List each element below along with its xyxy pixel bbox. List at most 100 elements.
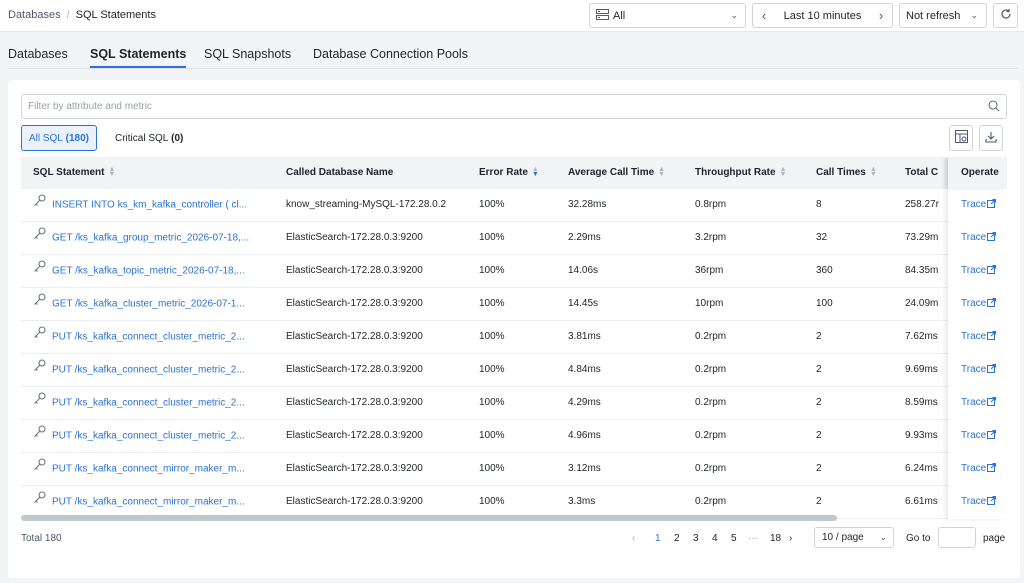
sql-statement-cell[interactable]: PUT /ks_kafka_connect_cluster_metric_2..…: [33, 420, 273, 452]
error-rate-cell-text: 100%: [479, 463, 505, 474]
tab-sql-snapshots[interactable]: SQL Snapshots: [204, 47, 291, 61]
tab-sql-statements[interactable]: SQL Statements: [90, 47, 187, 68]
breadcrumb-databases[interactable]: Databases: [8, 9, 61, 21]
critical-sql-count: (0): [171, 132, 184, 144]
total-call-time-cell-text: 8.59ms: [905, 397, 938, 408]
trace-link[interactable]: Trace: [961, 486, 997, 518]
sql-statement-cell-text: PUT /ks_kafka_connect_cluster_metric_2..…: [52, 331, 245, 343]
throughput-rate-cell: 0.2rpm: [695, 453, 805, 485]
chevron-right-icon[interactable]: ›: [789, 533, 792, 544]
average-call-time-cell: 3.12ms: [568, 453, 688, 485]
trace-link[interactable]: Trace: [961, 222, 997, 254]
pagination-page[interactable]: 1: [655, 533, 661, 544]
sql-statement-cell-text: PUT /ks_kafka_connect_mirror_maker_m...: [52, 463, 245, 475]
column-header-call-times[interactable]: Call Times ▲ ▼: [816, 157, 877, 189]
error-rate-cell-text: 100%: [479, 496, 505, 507]
trace-link[interactable]: Trace: [961, 321, 997, 353]
tab-database-connection-pools[interactable]: Database Connection Pools: [313, 47, 468, 61]
sql-statement-cell-text: PUT /ks_kafka_connect_cluster_metric_2..…: [52, 364, 245, 376]
error-rate-cell-text: 100%: [479, 232, 505, 243]
filter-input[interactable]: [22, 95, 962, 118]
trace-link[interactable]: Trace: [961, 189, 997, 221]
search-icon[interactable]: [988, 100, 1000, 115]
call-times-cell: 100: [816, 288, 896, 320]
error-rate-cell: 100%: [479, 255, 559, 287]
throughput-rate-cell-text: 0.2rpm: [695, 364, 727, 375]
external-link-icon: [986, 331, 997, 342]
database-name-cell-text: ElasticSearch-172.28.0.3:9200: [286, 331, 423, 342]
pagination-page[interactable]: 4: [712, 533, 718, 544]
throughput-rate-cell-text: 0.2rpm: [695, 496, 727, 507]
column-settings-button[interactable]: [949, 125, 973, 151]
trace-link-label: Trace: [961, 331, 987, 342]
error-rate-cell-text: 100%: [479, 199, 505, 210]
breadcrumb-current: SQL Statements: [75, 9, 156, 21]
column-header-total-call-time[interactable]: Total C: [905, 157, 938, 189]
pagination-page[interactable]: 2: [674, 533, 680, 544]
pagination-page[interactable]: 5: [731, 533, 737, 544]
trace-link[interactable]: Trace: [961, 255, 997, 287]
column-header-error-rate[interactable]: Error Rate ▲ ▼: [479, 157, 539, 189]
call-times-cell-text: 2: [816, 430, 822, 441]
critical-sql-toggle[interactable]: Critical SQL (0): [105, 125, 193, 151]
column-header-average-call-time[interactable]: Average Call Time ▲ ▼: [568, 157, 665, 189]
tab-databases[interactable]: Databases: [8, 47, 68, 61]
database-name-cell-text: ElasticSearch-172.28.0.3:9200: [286, 298, 423, 309]
sql-statement-cell[interactable]: PUT /ks_kafka_connect_mirror_maker_m...: [33, 486, 273, 518]
chevron-down-icon: ⌄: [730, 10, 738, 20]
sql-statement-cell[interactable]: INSERT INTO ks_km_kafka_controller ( cl.…: [33, 189, 273, 221]
chevron-right-icon[interactable]: ›: [870, 8, 892, 23]
goto-page-input[interactable]: [938, 527, 976, 548]
throughput-rate-cell-text: 10rpm: [695, 298, 724, 309]
column-header-called-database-name: Called Database Name: [286, 167, 394, 178]
refresh-select[interactable]: Not refresh ⌄: [899, 3, 987, 28]
trace-link[interactable]: Trace: [961, 354, 997, 386]
key-icon: [33, 255, 46, 287]
total-count: Total 180: [21, 533, 62, 544]
throughput-rate-cell: 0.8rpm: [695, 189, 805, 221]
chevron-left-icon[interactable]: ‹: [632, 533, 635, 544]
sql-statement-cell[interactable]: PUT /ks_kafka_connect_cluster_metric_2..…: [33, 354, 273, 386]
database-name-cell: know_streaming-MySQL-172.28.0.2: [286, 189, 471, 221]
error-rate-cell: 100%: [479, 321, 559, 353]
error-rate-cell: 100%: [479, 189, 559, 221]
sql-statement-cell[interactable]: GET /ks_kafka_cluster_metric_2026-07-1..…: [33, 288, 273, 320]
download-button[interactable]: [979, 125, 1003, 151]
environment-select[interactable]: All ⌄: [589, 3, 746, 28]
chevron-left-icon[interactable]: ‹: [753, 8, 775, 23]
average-call-time-cell: 3.3ms: [568, 486, 688, 518]
total-call-time-cell: 9.69ms: [905, 354, 949, 386]
column-header-sql-statement[interactable]: SQL Statement ▲ ▼: [33, 157, 115, 189]
chevron-down-icon: ⌄: [879, 532, 887, 542]
column-header-throughput-rate[interactable]: Throughput Rate ▲ ▼: [695, 157, 786, 189]
trace-link[interactable]: Trace: [961, 288, 997, 320]
call-times-cell-text: 360: [816, 265, 833, 276]
sql-statement-cell[interactable]: GET /ks_kafka_topic_metric_2026-07-18,..…: [33, 255, 273, 287]
table-row: PUT /ks_kafka_connect_cluster_metric_2..…: [21, 354, 1007, 387]
trace-link[interactable]: Trace: [961, 453, 997, 485]
sql-statement-cell[interactable]: PUT /ks_kafka_connect_mirror_maker_m...: [33, 453, 273, 485]
call-times-cell: 360: [816, 255, 896, 287]
all-sql-toggle[interactable]: All SQL (180): [21, 125, 97, 151]
call-times-cell-text: 2: [816, 496, 822, 507]
sql-statement-cell[interactable]: GET /ks_kafka_group_metric_2026-07-18,..…: [33, 222, 273, 254]
horizontal-scrollbar[interactable]: [21, 515, 837, 521]
time-range-picker[interactable]: ‹ Last 10 minutes ›: [752, 3, 893, 28]
reload-button[interactable]: [993, 3, 1018, 28]
pagination-page[interactable]: 3: [693, 533, 699, 544]
average-call-time-cell-text: 3.3ms: [568, 496, 596, 507]
database-name-cell-text: ElasticSearch-172.28.0.3:9200: [286, 430, 423, 441]
database-name-cell: ElasticSearch-172.28.0.3:9200: [286, 255, 471, 287]
pagination-ellipsis[interactable]: ···: [748, 533, 758, 544]
sql-statement-cell[interactable]: PUT /ks_kafka_connect_cluster_metric_2..…: [33, 321, 273, 353]
error-rate-cell-text: 100%: [479, 265, 505, 276]
sql-statement-cell[interactable]: PUT /ks_kafka_connect_cluster_metric_2..…: [33, 387, 273, 419]
time-range-value: Last 10 minutes: [783, 9, 862, 22]
trace-link[interactable]: Trace: [961, 387, 997, 419]
trace-link[interactable]: Trace: [961, 420, 997, 452]
call-times-cell-text: 2: [816, 463, 822, 474]
pagination-page[interactable]: 18: [770, 533, 781, 544]
page-size-select[interactable]: 10 / page ⌄: [814, 527, 894, 548]
total-call-time-cell: 6.24ms: [905, 453, 949, 485]
total-call-time-cell-text: 9.93ms: [905, 430, 938, 441]
